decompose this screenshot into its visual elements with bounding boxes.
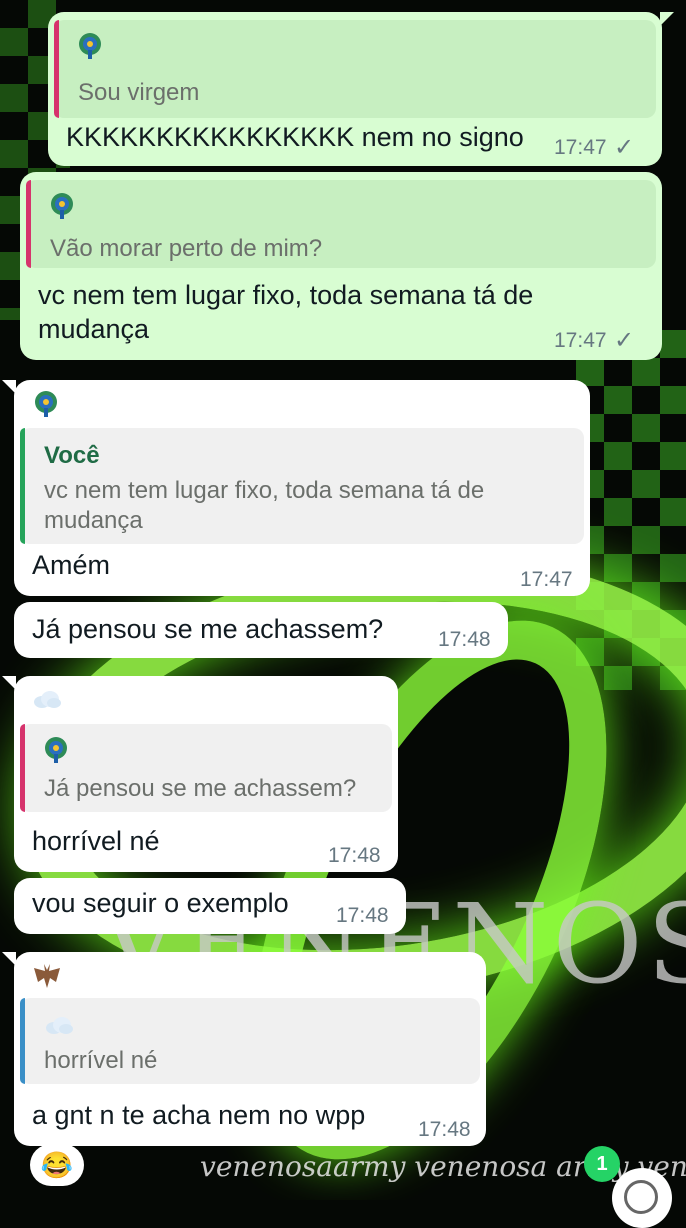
message-time: 17:48 bbox=[438, 628, 491, 651]
message-time: 17:47 bbox=[554, 136, 607, 159]
message-text: KKKKKKKKKKKKKKKK nem no signo bbox=[66, 122, 524, 152]
peacock-icon bbox=[51, 193, 73, 219]
quote-text: Já pensou se me achassem? bbox=[44, 775, 357, 802]
quoted-message[interactable]: Vão morar perto de mim? bbox=[26, 180, 656, 268]
bubble-tail bbox=[660, 12, 674, 26]
quote-bar bbox=[20, 724, 25, 812]
message-text: Já pensou se me achassem? bbox=[32, 614, 384, 644]
bubble-tail bbox=[2, 952, 16, 966]
message-incoming[interactable]: horrível né a gnt n te acha nem no wpp 1… bbox=[2, 952, 486, 1146]
message-time: 17:47 bbox=[554, 329, 607, 352]
quote-bar bbox=[54, 20, 59, 118]
scroll-down-button[interactable] bbox=[612, 1168, 672, 1228]
peacock-icon bbox=[79, 33, 101, 59]
unread-count: 1 bbox=[596, 1153, 608, 1175]
quoted-message[interactable]: Você vc nem tem lugar fixo, toda semana … bbox=[20, 428, 584, 544]
cloud-icon bbox=[46, 1017, 73, 1034]
quoted-message[interactable]: Sou virgem bbox=[54, 20, 656, 118]
message-outgoing[interactable]: Vão morar perto de mim? vc nem tem lugar… bbox=[20, 172, 662, 360]
quote-bar bbox=[20, 998, 25, 1084]
peacock-icon bbox=[45, 737, 67, 763]
quote-text: Sou virgem bbox=[78, 79, 200, 106]
bubble-tail bbox=[2, 380, 16, 394]
sent-check-icon: ✓ bbox=[614, 134, 635, 161]
message-incoming[interactable]: Já pensou se me achassem? 17:48 bbox=[14, 602, 508, 658]
message-outgoing[interactable]: Sou virgem KKKKKKKKKKKKKKKK nem no signo… bbox=[48, 12, 674, 166]
quote-author: Você bbox=[44, 442, 100, 469]
quoted-message[interactable]: Já pensou se me achassem? bbox=[20, 724, 392, 812]
message-incoming[interactable]: Já pensou se me achassem? horrível né 17… bbox=[2, 676, 398, 872]
unread-badge[interactable]: 1 bbox=[584, 1146, 620, 1182]
message-text: a gnt n te acha nem no wpp bbox=[32, 1100, 366, 1130]
message-time: 17:48 bbox=[418, 1118, 471, 1141]
reaction-pill[interactable]: 😂 bbox=[30, 1144, 84, 1186]
bubble-tail bbox=[2, 676, 16, 690]
quoted-message[interactable]: horrível né bbox=[20, 998, 480, 1084]
cloud-icon bbox=[34, 691, 61, 708]
sent-check-icon: ✓ bbox=[614, 327, 635, 354]
quote-bar bbox=[20, 428, 25, 544]
message-text: Amém bbox=[32, 550, 111, 580]
bat-icon bbox=[34, 964, 60, 988]
message-text: horrível né bbox=[32, 826, 160, 856]
scroll-target-icon bbox=[624, 1180, 658, 1214]
peacock-icon bbox=[35, 391, 57, 417]
reaction-emoji: 😂 bbox=[40, 1150, 74, 1180]
message-time: 17:48 bbox=[328, 844, 381, 867]
message-text: vc nem tem lugar fixo, toda semana tá de… bbox=[38, 280, 534, 344]
message-incoming[interactable]: Você vc nem tem lugar fixo, toda semana … bbox=[2, 380, 590, 596]
message-text: vou seguir o exemplo bbox=[32, 888, 289, 918]
message-time: 17:47 bbox=[520, 568, 573, 591]
message-time: 17:48 bbox=[336, 904, 389, 927]
quote-text: vc nem tem lugar fixo, toda semana tá de… bbox=[44, 477, 485, 534]
quote-bar bbox=[26, 180, 31, 268]
quote-text: horrível né bbox=[44, 1047, 158, 1074]
message-incoming[interactable]: vou seguir o exemplo 17:48 bbox=[14, 878, 406, 934]
quote-text: Vão morar perto de mim? bbox=[50, 235, 323, 262]
